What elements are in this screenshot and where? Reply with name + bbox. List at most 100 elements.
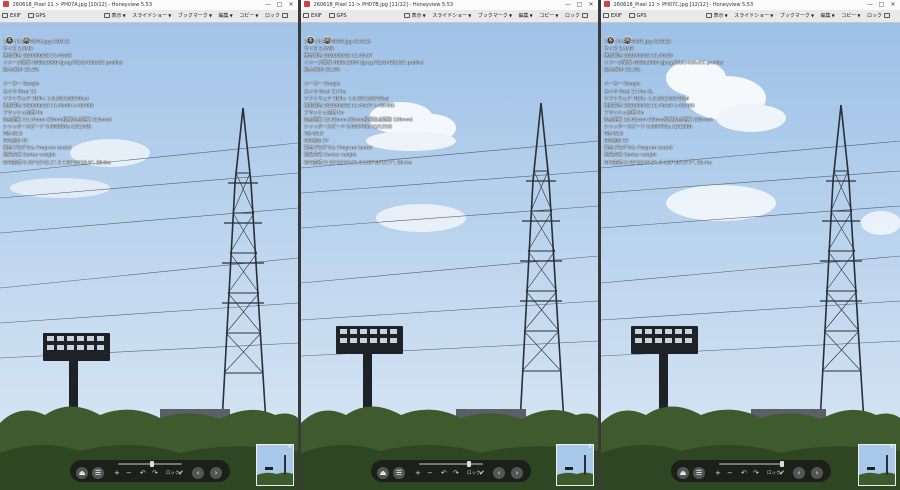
rotate-left-button[interactable]: ↶ (741, 469, 747, 477)
photo-canvas[interactable]: × ⚙ ファイル名 PH07C.jpg (12/12) サイズ 2.5MB 更新… (601, 23, 900, 490)
maximize-button[interactable]: □ (574, 0, 584, 10)
copy-menu[interactable]: コピー▼ (539, 10, 558, 22)
map-pin-icon (628, 13, 635, 18)
slider-knob[interactable] (779, 461, 784, 467)
menu-button[interactable]: ☰ (693, 467, 705, 479)
exif-button[interactable]: EXIF (603, 10, 622, 22)
edit-menu[interactable]: 編集▼ (219, 10, 233, 22)
view-menu[interactable]: 表示▼ (705, 10, 728, 22)
prev-button[interactable]: ‹ (793, 467, 805, 479)
rotate-left-button[interactable]: ↶ (140, 469, 146, 477)
lock-button[interactable]: ロック (565, 10, 590, 22)
exif-line: F値 f/2.8 (3, 132, 23, 138)
eject-button[interactable]: ⏏ (377, 467, 389, 479)
control-bar: ⏏ ☰ + − ↶ ↷ ロック ✔ ‹ › (70, 460, 230, 482)
close-button[interactable]: ✕ (888, 0, 898, 10)
close-button[interactable]: ✕ (586, 0, 596, 10)
exif-line: 撮影日時 2026/06/18 11:46:09 (+09:00) (3, 103, 94, 109)
page-slider[interactable] (419, 461, 483, 467)
copy-menu[interactable]: コピー▼ (239, 10, 258, 22)
gps-button[interactable]: GPS (328, 10, 347, 22)
minimize-button[interactable]: — (263, 0, 273, 10)
bookmark-menu[interactable]: ブックマーク▼ (780, 10, 814, 22)
zoom-in-button[interactable]: + (715, 469, 721, 477)
bookmark-menu[interactable]: ブックマーク▼ (178, 10, 212, 22)
toolbar: EXIF GPS 表示▼ スライドショー▼ ブックマーク▼ 編集▼ コピー▼ ロ… (301, 10, 598, 23)
view-menu[interactable]: 表示▼ (403, 10, 426, 22)
slideshow-menu[interactable]: スライドショー▼ (432, 10, 471, 22)
exif-line: メーカー Google (3, 82, 40, 88)
check-icon[interactable]: ✔ (779, 469, 785, 477)
exif-line: フラッシュ使用 No (304, 110, 344, 116)
navigator-thumbnail[interactable]: × (556, 444, 594, 486)
gps-button[interactable]: GPS (628, 10, 647, 22)
lock-button[interactable]: ロック (265, 10, 290, 22)
viewer-window: 260618_Pixel 11 > PH07A.jpg [10/12] - Ho… (0, 0, 298, 490)
navigator-thumbnail[interactable]: × (858, 444, 896, 486)
exif-line: 焦点距離 15.62mm (35mm換算焦点距離 120mm) (304, 117, 413, 123)
thumbnail-image (257, 445, 293, 485)
close-thumbnail-button[interactable]: × (288, 445, 292, 450)
exif-spacer (3, 74, 122, 81)
zoom-out-button[interactable]: − (727, 469, 733, 477)
app-icon (3, 1, 9, 7)
close-thumbnail-button[interactable]: × (588, 445, 592, 450)
zoom-in-button[interactable]: + (415, 469, 421, 477)
rotate-right-button[interactable]: ↷ (453, 469, 459, 477)
minimize-button[interactable]: — (865, 0, 875, 10)
next-button[interactable]: › (511, 467, 523, 479)
slideshow-menu[interactable]: スライドショー▼ (734, 10, 773, 22)
navigator-thumbnail[interactable]: × (256, 444, 294, 486)
slideshow-menu[interactable]: スライドショー▼ (132, 10, 171, 22)
exif-button[interactable]: EXIF (303, 10, 322, 22)
exif-button[interactable]: EXIF (2, 10, 21, 22)
page-slider[interactable] (719, 461, 784, 467)
menu-button[interactable]: ☰ (92, 467, 104, 479)
eject-button[interactable]: ⏏ (76, 467, 88, 479)
viewer-window: 260618_Pixel 11 > PH07B.jpg [11/12] - Ho… (301, 0, 598, 490)
zoom-in-button[interactable]: + (114, 469, 120, 477)
slider-knob[interactable] (467, 461, 471, 467)
menu-button[interactable]: ☰ (393, 467, 405, 479)
view-menu[interactable]: 表示▼ (103, 10, 126, 22)
edit-menu[interactable]: 編集▼ (821, 10, 835, 22)
slider-knob[interactable] (150, 461, 154, 467)
chevron-down-icon: ▼ (857, 13, 861, 18)
photo-canvas[interactable]: × ⚙ ファイル名 PH07A.jpg (10/12) サイズ 2.8MB 更新… (0, 23, 298, 490)
page-slider[interactable] (118, 461, 182, 467)
chevron-down-icon: ▼ (555, 13, 559, 18)
exif-line: メーカー Google (604, 82, 641, 88)
maximize-button[interactable]: □ (876, 0, 886, 10)
exif-line: ファイル名 PH07B.jpg (11/12) (304, 40, 371, 45)
close-button[interactable]: ✕ (286, 0, 296, 10)
close-thumbnail-button[interactable]: × (890, 445, 894, 450)
rotate-right-button[interactable]: ↷ (753, 469, 759, 477)
maximize-button[interactable]: □ (274, 0, 284, 10)
photo-canvas[interactable]: × ⚙ ファイル名 PH07B.jpg (11/12) サイズ 2.4MB 更新… (301, 23, 598, 490)
next-button[interactable]: › (811, 467, 823, 479)
copy-menu[interactable]: コピー▼ (841, 10, 860, 22)
exif-line: 更新日時 2026/06/18 11:46:09 (3, 54, 72, 60)
lock-icon (884, 13, 890, 18)
rotate-left-button[interactable]: ↶ (441, 469, 447, 477)
eject-button[interactable]: ⏏ (677, 467, 689, 479)
rotate-right-button[interactable]: ↷ (152, 469, 158, 477)
exif-line: F値 f/2.8 (304, 132, 324, 138)
gps-button[interactable]: GPS (27, 10, 46, 22)
edit-menu[interactable]: 編集▼ (519, 10, 533, 22)
prev-button[interactable]: ‹ (192, 467, 204, 479)
zoom-out-button[interactable]: − (427, 469, 433, 477)
exif-line: 拡大/縮小 23.2% (3, 68, 39, 74)
check-icon[interactable]: ✔ (178, 469, 184, 477)
exif-line: カメラ Pixel 11 Pro XL (604, 89, 654, 95)
prev-button[interactable]: ‹ (493, 467, 505, 479)
exif-line: サイズ 2.4MB (304, 47, 334, 53)
minimize-button[interactable]: — (563, 0, 573, 10)
lock-button[interactable]: ロック (867, 10, 892, 22)
bookmark-menu[interactable]: ブックマーク▼ (478, 10, 512, 22)
next-button[interactable]: › (210, 467, 222, 479)
exif-line: シャッタースピード 0.000798s (1/1253) (304, 125, 393, 131)
zoom-out-button[interactable]: − (126, 469, 132, 477)
exif-overlay: ファイル名 PH07A.jpg (10/12) サイズ 2.8MB 更新日時 2… (3, 39, 122, 167)
check-icon[interactable]: ✔ (479, 469, 485, 477)
